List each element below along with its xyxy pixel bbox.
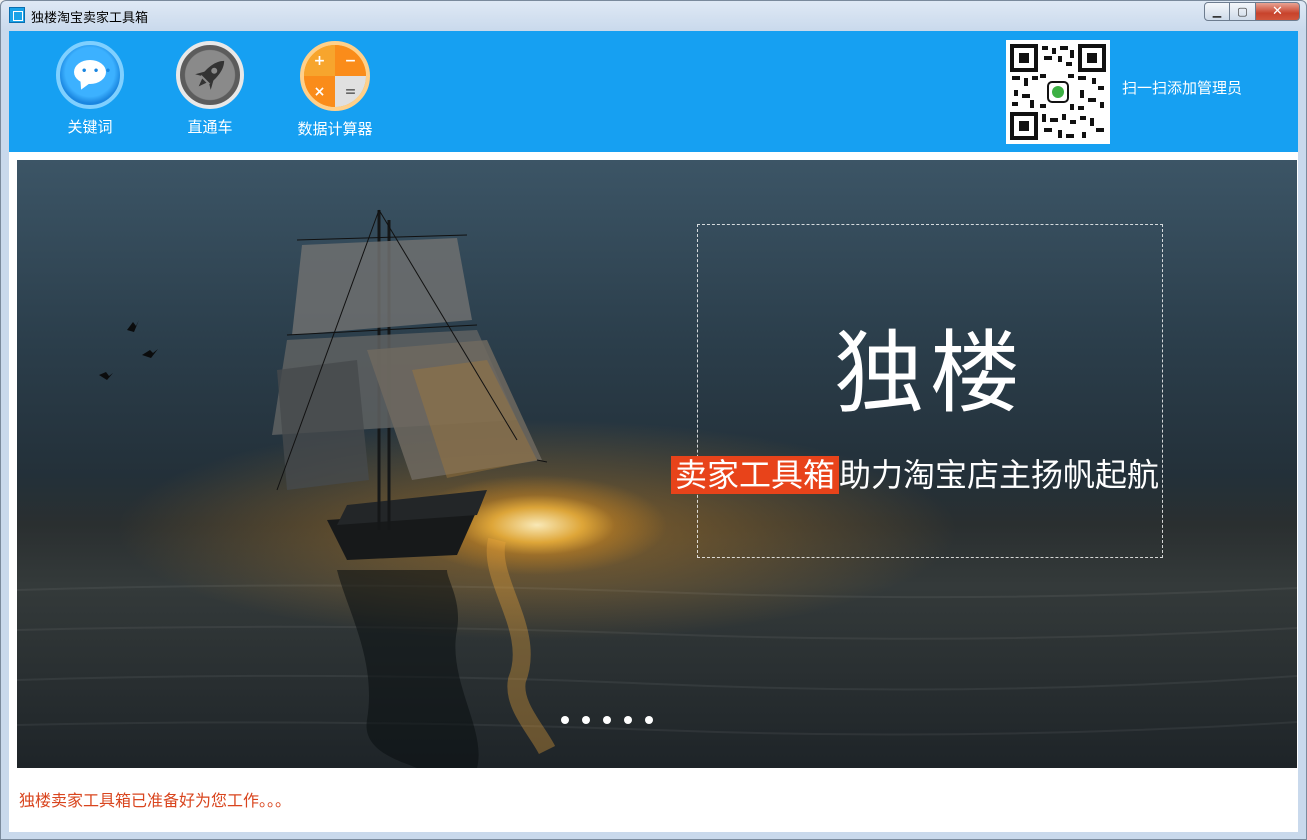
banner-brand-title: 独楼 (834, 321, 1026, 426)
ztc-tool-button[interactable]: 直通车 (175, 41, 245, 137)
calculator-tool-label: 数据计算器 (297, 120, 373, 138)
minimize-button[interactable]: ▁ (1204, 2, 1230, 21)
close-button[interactable]: ✕ (1256, 2, 1300, 21)
app-icon (9, 7, 25, 23)
rocket-icon (176, 41, 244, 109)
maximize-button[interactable]: ▢ (1230, 2, 1256, 21)
equals-symbol: = (335, 76, 366, 107)
maximize-icon: ▢ (1237, 5, 1248, 18)
slogan-highlight: 卖家工具箱 (671, 456, 840, 494)
qr-label: 扫一扫添加管理员 (1122, 79, 1243, 97)
chat-bubble-icon: • • • (56, 41, 124, 109)
minus-symbol: − (335, 45, 366, 76)
client-area: • • • 关键词 直通车 + − × = 数据计算器 扫一扫添加管理员 独楼 … (9, 31, 1298, 832)
title-bar[interactable]: 独楼淘宝卖家工具箱 ▁ ▢ ✕ (1, 1, 1306, 31)
window-controls: ▁ ▢ ✕ (1204, 2, 1300, 21)
calculator-tool-button[interactable]: + − × = 数据计算器 (290, 41, 380, 139)
plus-symbol: + (304, 45, 335, 76)
banner-carousel[interactable]: 独楼 卖家工具箱 助力淘宝店主扬帆起航 (17, 160, 1297, 768)
toolbar: • • • 关键词 直通车 + − × = 数据计算器 扫一扫添加管理员 (9, 31, 1298, 152)
qr-code-image (1006, 40, 1110, 144)
window-title: 独楼淘宝卖家工具箱 (31, 11, 149, 26)
times-symbol: × (304, 76, 335, 107)
keyword-tool-button[interactable]: • • • 关键词 (55, 41, 125, 137)
close-icon: ✕ (1272, 4, 1283, 19)
banner-slogan: 卖家工具箱 助力淘宝店主扬帆起航 (671, 450, 1159, 496)
keyword-tool-label: 关键词 (67, 118, 113, 136)
calculator-icon: + − × = (300, 41, 370, 111)
status-message: 独楼卖家工具箱已准备好为您工作。。。 (19, 791, 292, 810)
minimize-icon: ▁ (1212, 5, 1222, 18)
app-window: 独楼淘宝卖家工具箱 ▁ ▢ ✕ • • • 关键词 直通车 + − × = 数据… (0, 0, 1307, 840)
slogan-text: 助力淘宝店主扬帆起航 (839, 456, 1160, 494)
ztc-tool-label: 直通车 (187, 118, 233, 136)
